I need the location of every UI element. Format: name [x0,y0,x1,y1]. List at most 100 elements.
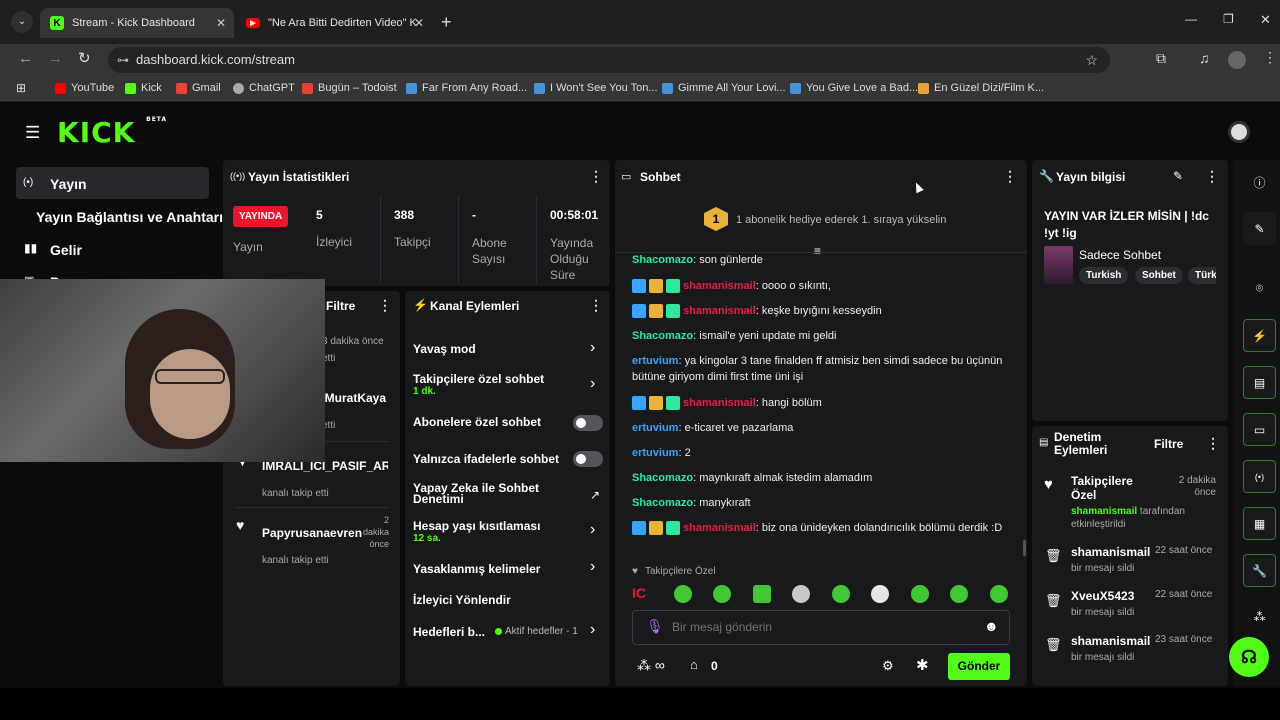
emote[interactable] [753,585,771,603]
bookmark-chatgpt[interactable]: ChatGPT [233,82,295,94]
chat-username[interactable]: Shacomazo [632,472,693,484]
bookmark-5[interactable]: En Güzel Dizi/Film K... [918,82,1044,94]
external-link-icon[interactable]: ↗ [590,488,600,502]
account-age-item[interactable]: Hesap yaşı kısıtlaması [413,519,540,533]
chevron-right-icon[interactable]: › [590,558,595,576]
lightning-icon[interactable]: ⚡ [1243,319,1276,352]
filter-button[interactable]: Filtre [1154,437,1183,451]
connections-icon[interactable]: ⁂ [1243,600,1276,633]
emote[interactable] [792,585,810,603]
more-icon[interactable]: ⋮ [589,168,603,185]
bookmark-todoist[interactable]: Bugün – Todoist [302,82,397,94]
emote[interactable] [871,585,889,603]
emote[interactable] [950,585,968,603]
emote[interactable] [832,585,850,603]
forward-icon[interactable]: → [48,50,63,67]
maximize-button[interactable]: ❐ [1223,12,1234,26]
reload-icon[interactable]: ↻ [78,49,91,67]
sidebar-item-gelir[interactable]: Gelir [50,242,82,258]
user-avatar[interactable] [1228,121,1250,143]
bookmark-2[interactable]: I Won't See You Ton... [534,82,658,94]
edit-icon[interactable]: ✎ [1243,212,1276,245]
close-icon[interactable]: ✕ [414,16,424,30]
filter-button[interactable]: Filtre [326,299,355,313]
screenshot-icon[interactable]: ⌾ [1243,272,1276,305]
bookmark-3[interactable]: Gimme All Your Lovi... [662,82,786,94]
emote[interactable] [674,585,692,603]
chat-username[interactable]: Shacomazo [632,330,693,342]
chat-username[interactable]: shamanismail [683,522,756,534]
chevron-right-icon[interactable]: › [590,521,595,539]
emote[interactable] [990,585,1008,603]
site-info-icon[interactable]: ⊶ [117,47,129,73]
points-infinity-icon[interactable]: ⁂ ∞ [637,657,665,674]
chat-username[interactable]: Shacomazo [632,254,693,266]
document-icon[interactable]: ▤ [1243,366,1276,399]
slow-mode-item[interactable]: Yavaş mod [413,342,476,356]
chat-username[interactable]: shamanismail [683,397,756,409]
emoji-icon[interactable]: ☻ [984,618,999,634]
layout-icon[interactable]: ▦ [1243,507,1276,540]
chevron-right-icon[interactable]: › [590,339,595,357]
chat-username[interactable]: ertuvium [632,355,678,367]
category-name[interactable]: Sadece Sohbet [1079,248,1161,262]
new-tab-button[interactable]: + [441,12,452,33]
bookmark-4[interactable]: You Give Love a Bad... [790,82,918,94]
edit-pencil-icon[interactable]: ✎ [1173,169,1183,183]
tag-chip[interactable]: Sohbet [1135,267,1183,284]
emote[interactable] [713,585,731,603]
more-icon[interactable]: ⋮ [1205,168,1219,185]
minimize-button[interactable]: — [1185,12,1197,26]
chat-username[interactable]: shamanismail [683,305,756,317]
store-icon[interactable]: ⌂ [690,657,698,672]
emotes-only-toggle[interactable] [573,451,603,467]
bookmark-gmail[interactable]: Gmail [176,82,221,94]
settings-gear-icon[interactable]: ⚙ [882,658,894,674]
more-icon[interactable]: ⋮ [1003,168,1017,185]
goals-item[interactable]: Hedefleri b... [413,625,485,639]
sidebar-item-yayin[interactable] [16,167,209,199]
followers-only-item[interactable]: Takipçilere özel sohbet [413,372,544,386]
bookmark-1[interactable]: Far From Any Road... [406,82,527,94]
bookmark-youtube[interactable]: YouTube [55,82,114,94]
chat-username[interactable]: ertuvium [632,422,678,434]
chevron-right-icon[interactable]: › [590,375,595,393]
window-close-button[interactable]: ✕ [1260,12,1271,28]
chat-tools-icon[interactable]: ✱ [916,656,929,674]
profile-avatar[interactable] [1228,51,1246,69]
more-icon[interactable]: ⋮ [378,297,392,314]
wrench-icon[interactable]: 🔧 [1243,554,1276,587]
bookmark-kick[interactable]: Kick [125,82,162,94]
tab-kick-dashboard[interactable]: K Stream - Kick Dashboard ✕ [40,8,234,38]
chat-input[interactable] [672,617,972,637]
menu-icon[interactable]: ⋮ [1263,49,1277,66]
tab-youtube-video[interactable]: ▶ "Ne Ara Bitti Dedirten Video" K ✕ [236,8,432,38]
info-icon[interactable]: ⓘ [1243,166,1276,199]
more-icon[interactable]: ⋮ [589,297,603,314]
kick-logo[interactable]: KICK BETA [57,116,167,149]
chat-username[interactable]: Shacomazo [632,497,693,509]
broadcast-icon[interactable]: (•) [1243,460,1276,493]
bookmark-star-icon[interactable]: ☆ [1085,47,1098,73]
address-bar[interactable]: ⊶ dashboard.kick.com/stream ☆ [108,47,1110,73]
tag-chip[interactable]: Türk [1188,267,1216,284]
chevron-right-icon[interactable]: › [590,621,595,639]
apps-icon[interactable]: ⊞ [16,81,26,95]
tag-chip[interactable]: Turkish [1079,267,1129,284]
close-icon[interactable]: ✕ [216,16,226,30]
chat-icon[interactable]: ▭ [1243,413,1276,446]
chat-username[interactable]: shamanismail [683,280,756,292]
send-button[interactable]: Gönder [948,653,1010,680]
banned-words-item[interactable]: Yasaklanmış kelimeler [413,562,540,576]
more-icon[interactable]: ⋮ [1206,435,1220,452]
emote[interactable] [911,585,929,603]
subs-only-toggle[interactable] [573,415,603,431]
hamburger-menu-icon[interactable]: ☰ [25,123,40,143]
sidebar-item-stream-key[interactable]: Yayın Bağlantısı ve Anahtarı [36,209,223,225]
extensions-icon[interactable]: ⧉ [1156,50,1166,67]
back-icon[interactable]: ← [18,50,33,67]
redirect-viewers-item[interactable]: İzleyici Yönlendir [413,593,511,607]
help-chat-button[interactable]: ☊ [1229,637,1269,677]
media-icon[interactable]: ♫ [1199,50,1210,66]
microphone-icon[interactable]: 🎙 [646,618,664,635]
